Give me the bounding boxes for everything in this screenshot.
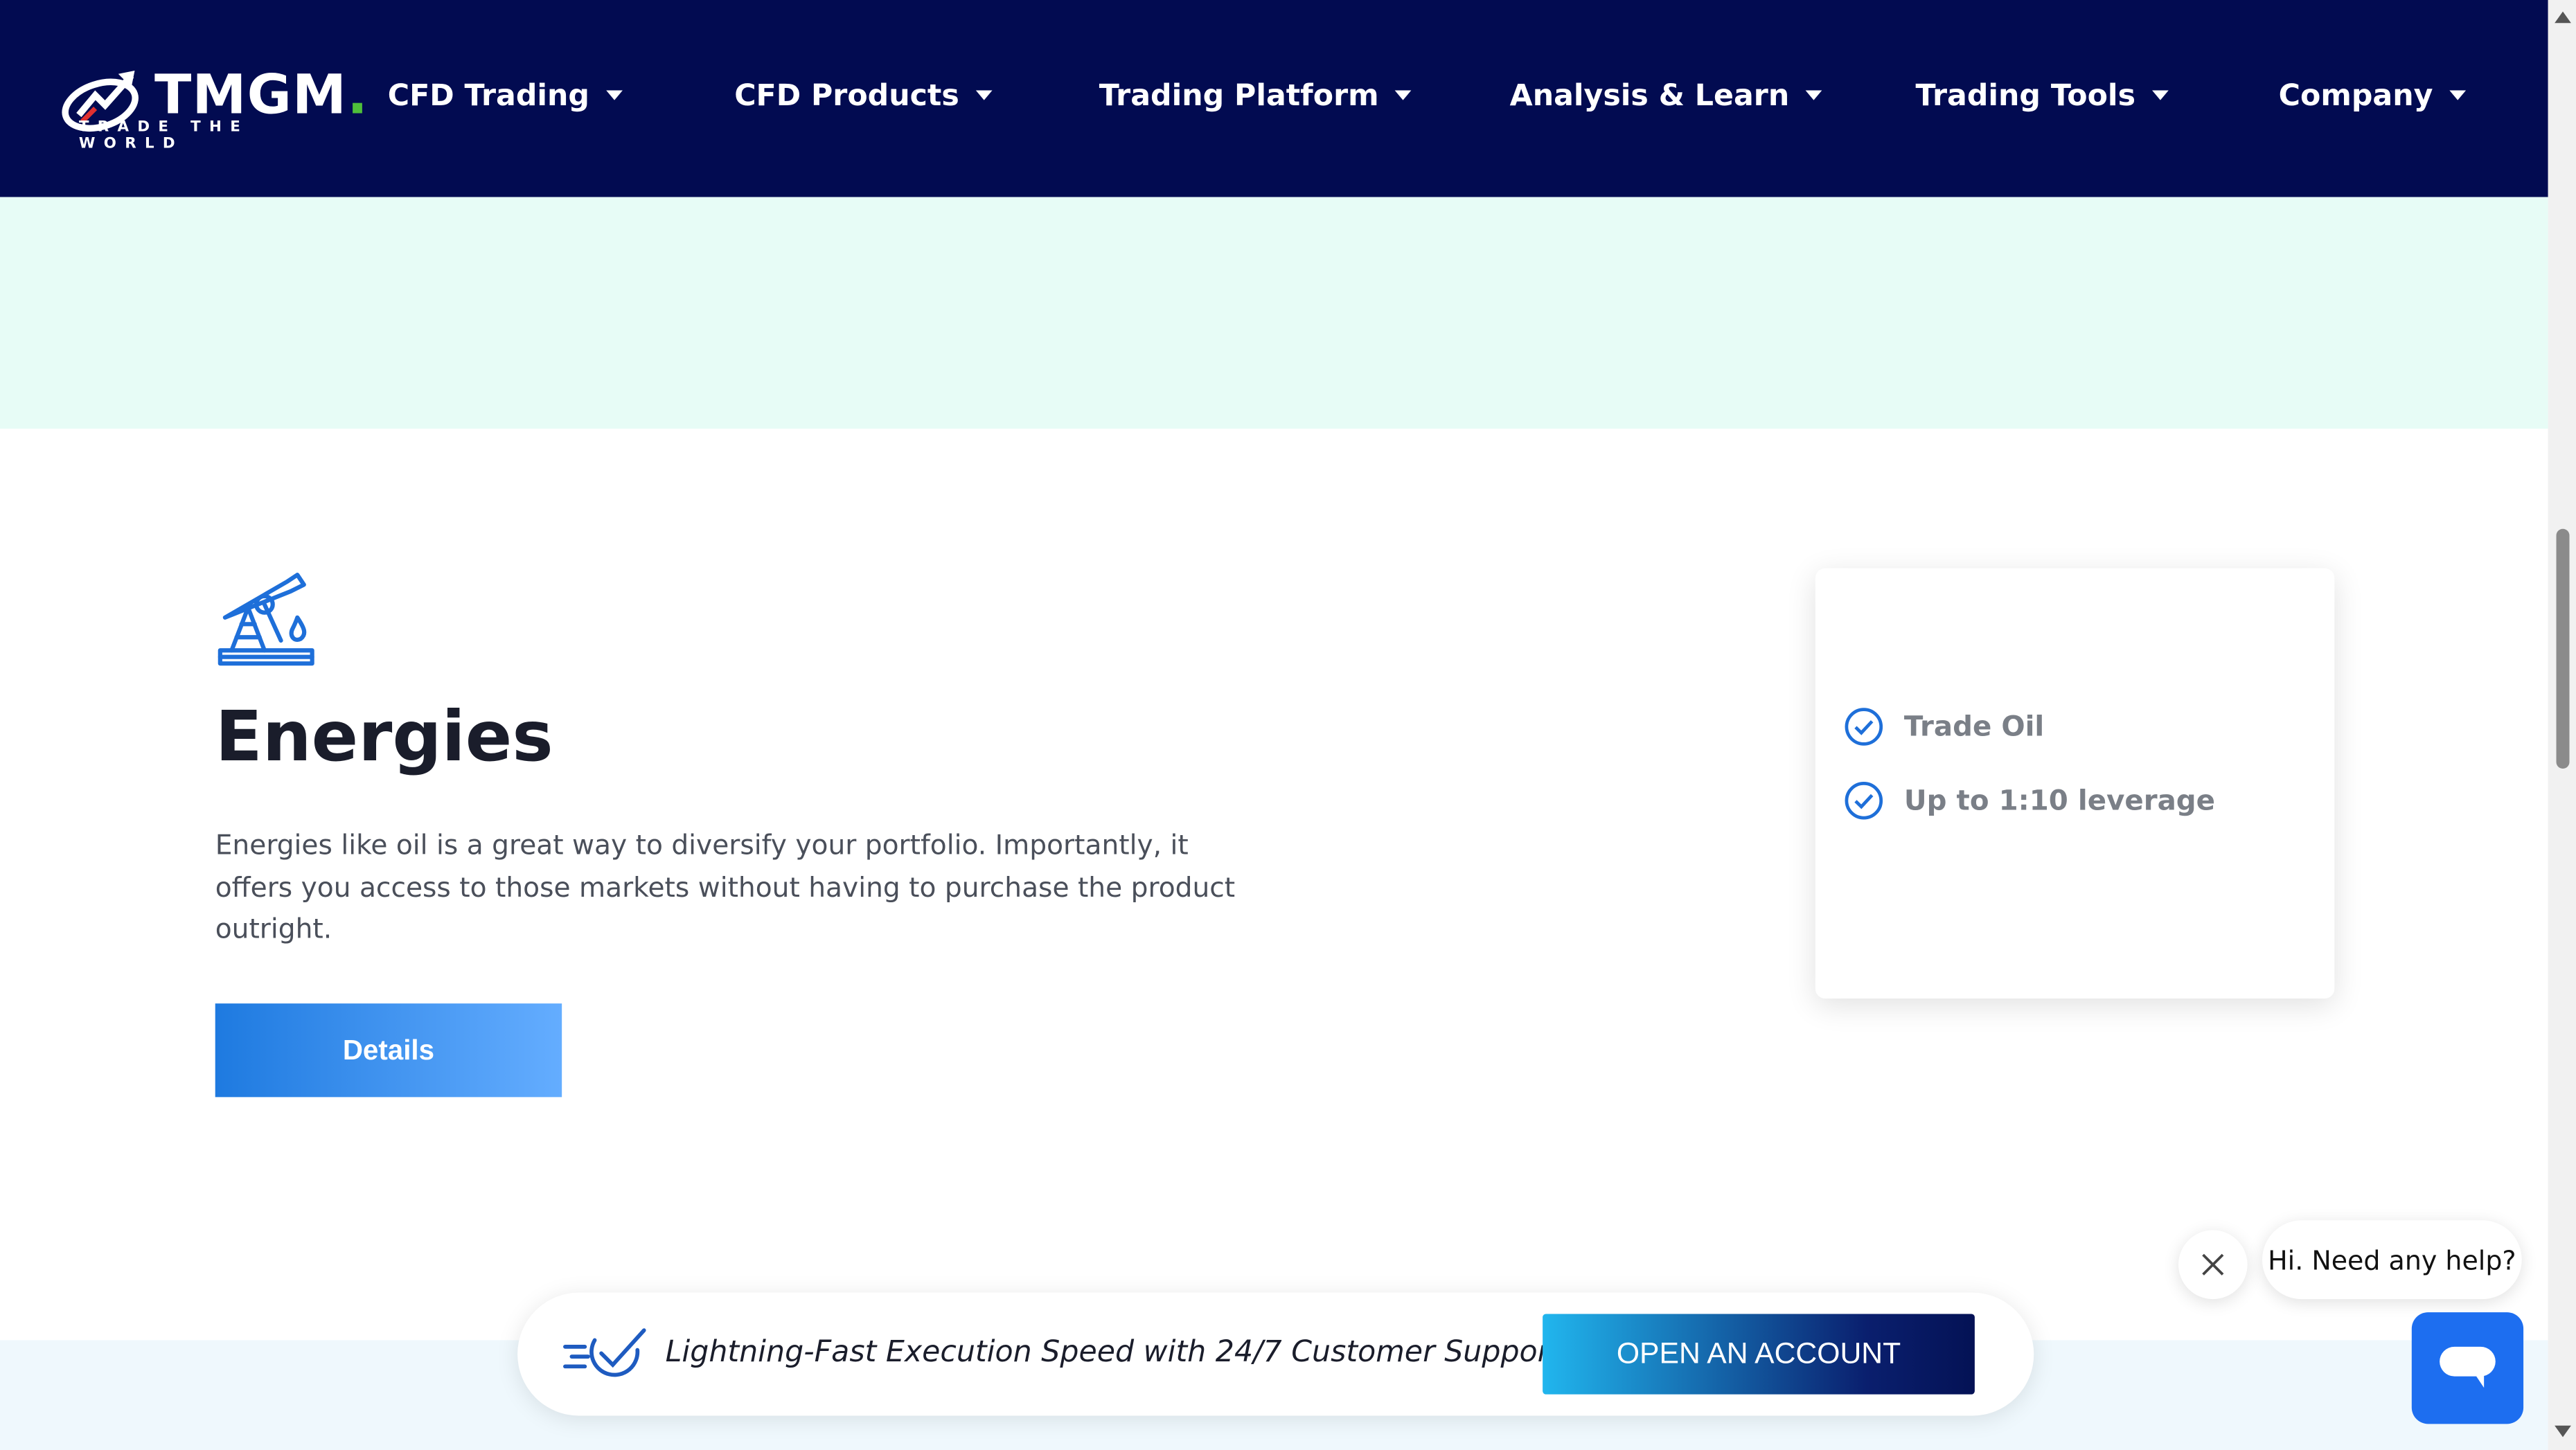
top-navigation: TMGM. TRADE THE WORLD CFD Trading CFD Pr…: [0, 0, 2548, 197]
check-circle-icon: [1845, 708, 1883, 746]
open-account-button[interactable]: OPEN AN ACCOUNT: [1543, 1314, 1975, 1395]
nav-company[interactable]: Company: [2279, 79, 2466, 114]
nav-trading-platform[interactable]: Trading Platform: [1099, 79, 1412, 114]
promo-bar: Lightning-Fast Execution Speed with 24/7…: [517, 1292, 2034, 1416]
page: TMGM. TRADE THE WORLD CFD Trading CFD Pr…: [0, 0, 2576, 1450]
caret-down-icon: [2449, 90, 2466, 100]
nav-trading-tools[interactable]: Trading Tools: [1916, 79, 2169, 114]
caret-down-icon: [605, 90, 623, 100]
close-icon: [2202, 1253, 2224, 1276]
scroll-up-arrow-icon[interactable]: [2555, 11, 2571, 24]
caret-down-icon: [1805, 90, 1822, 100]
chat-close-button[interactable]: [2178, 1230, 2248, 1300]
feature-item: Trade Oil: [1843, 706, 2044, 747]
chat-icon: [2440, 1346, 2496, 1388]
tmgm-logo[interactable]: TMGM. TRADE THE WORLD: [59, 59, 368, 153]
nav-analysis-learn[interactable]: Analysis & Learn: [1510, 79, 1822, 114]
nav-cfd-trading[interactable]: CFD Trading: [388, 79, 623, 114]
caret-down-icon: [2151, 90, 2169, 100]
scroll-thumb[interactable]: [2556, 528, 2570, 769]
features-card: Trade Oil Up to 1:10 leverage: [1815, 568, 2335, 999]
caret-down-icon: [975, 90, 993, 100]
chat-prompt[interactable]: Hi. Need any help?: [2262, 1220, 2522, 1300]
details-button[interactable]: Details: [215, 1003, 562, 1098]
oil-pump-icon: [217, 573, 314, 666]
logo-tagline: TRADE THE WORLD: [78, 120, 249, 153]
promo-text: Lightning-Fast Execution Speed with 24/7…: [665, 1335, 1561, 1370]
scrollbar[interactable]: [2548, 0, 2576, 1450]
section-title: Energies: [215, 696, 553, 777]
fast-check-icon: [563, 1328, 646, 1377]
chat-launcher-button[interactable]: [2411, 1312, 2524, 1424]
mint-band: [0, 197, 2548, 429]
caret-down-icon: [1395, 90, 1412, 100]
feature-label: Up to 1:10 leverage: [1903, 784, 2216, 817]
nav-cfd-products[interactable]: CFD Products: [734, 79, 993, 114]
check-circle-icon: [1845, 781, 1883, 820]
feature-item: Up to 1:10 leverage: [1843, 780, 2215, 821]
logo-wordmark: TMGM.: [154, 62, 369, 127]
feature-label: Trade Oil: [1903, 710, 2045, 744]
section-description: Energies like oil is a great way to dive…: [215, 829, 1236, 945]
scroll-down-arrow-icon[interactable]: [2555, 1425, 2571, 1438]
